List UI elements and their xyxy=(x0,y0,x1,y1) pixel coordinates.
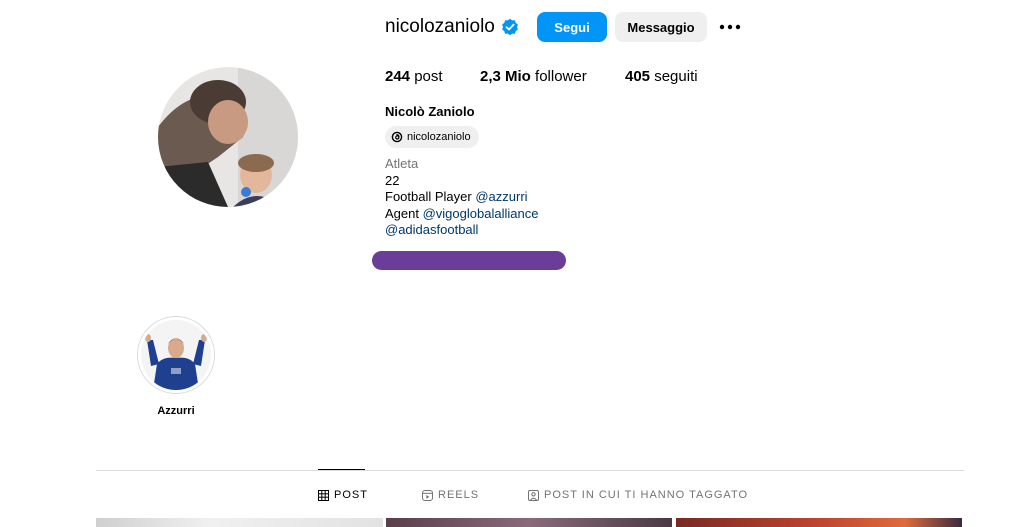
bio-line-sponsor: @adidasfootball xyxy=(385,222,538,239)
tagged-icon xyxy=(528,489,539,501)
profile-category: Atleta xyxy=(385,156,419,171)
following-count[interactable]: 405 seguiti xyxy=(625,68,698,85)
profile-avatar[interactable] xyxy=(158,67,298,207)
story-highlight-azzurri[interactable] xyxy=(137,316,215,394)
tab-tagged-label: POST IN CUI TI HANNO TAGGATO xyxy=(544,489,749,501)
profile-bio: Atleta 22 Football Player @azzurri Agent… xyxy=(385,156,538,239)
posts-count-value: 244 xyxy=(385,68,411,85)
posts-count-label: post xyxy=(414,68,443,85)
highlight-cover-image xyxy=(141,320,211,390)
mention-adidasfootball-link[interactable]: @adidasfootball xyxy=(385,222,478,237)
tab-posts[interactable]: POST xyxy=(318,489,368,501)
post-thumbnail[interactable] xyxy=(676,518,962,527)
mention-vigoglobalalliance-link[interactable]: @vigoglobalalliance xyxy=(423,206,539,221)
mention-azzurri-link[interactable]: @azzurri xyxy=(475,189,527,204)
followers-count-value: 2,3 Mio xyxy=(480,68,531,85)
message-button[interactable]: Messaggio xyxy=(615,12,707,42)
reels-icon xyxy=(422,489,433,501)
following-count-label: seguiti xyxy=(654,68,698,85)
threads-icon xyxy=(391,131,403,143)
posts-count: 244 post xyxy=(385,68,443,85)
bio-agent-text: Agent xyxy=(385,205,423,221)
bio-line-football: Football Player @azzurri xyxy=(385,189,538,206)
redacted-link-bar xyxy=(372,251,566,270)
follow-button[interactable]: Segui xyxy=(537,12,607,42)
followers-count-label: follower xyxy=(535,68,587,85)
post-thumbnail[interactable] xyxy=(386,518,672,527)
followers-count[interactable]: 2,3 Mio follower xyxy=(480,68,587,85)
grid-icon xyxy=(318,489,329,501)
avatar-image xyxy=(158,67,298,207)
bio-line-agent: Agent @vigoglobalalliance xyxy=(385,206,538,223)
tab-posts-label: POST xyxy=(334,489,368,501)
tabs-divider xyxy=(96,470,964,471)
tab-reels[interactable]: REELS xyxy=(422,489,479,501)
bio-football-text: Football Player xyxy=(385,189,476,204)
tab-tagged[interactable]: POST IN CUI TI HANNO TAGGATO xyxy=(528,489,748,501)
more-options-icon[interactable] xyxy=(719,24,741,30)
story-highlight-label: Azzurri xyxy=(157,405,195,417)
verified-badge-icon xyxy=(502,18,518,36)
tab-reels-label: REELS xyxy=(438,489,480,501)
threads-link[interactable]: nicolozaniolo xyxy=(385,126,479,148)
following-count-value: 405 xyxy=(625,68,651,85)
bio-line-number: 22 xyxy=(385,172,400,188)
profile-username: nicolozaniolo xyxy=(385,16,495,37)
threads-handle: nicolozaniolo xyxy=(407,131,471,143)
post-thumbnail[interactable] xyxy=(96,518,383,527)
active-tab-indicator xyxy=(318,469,365,470)
profile-full-name: Nicolò Zaniolo xyxy=(385,104,475,119)
